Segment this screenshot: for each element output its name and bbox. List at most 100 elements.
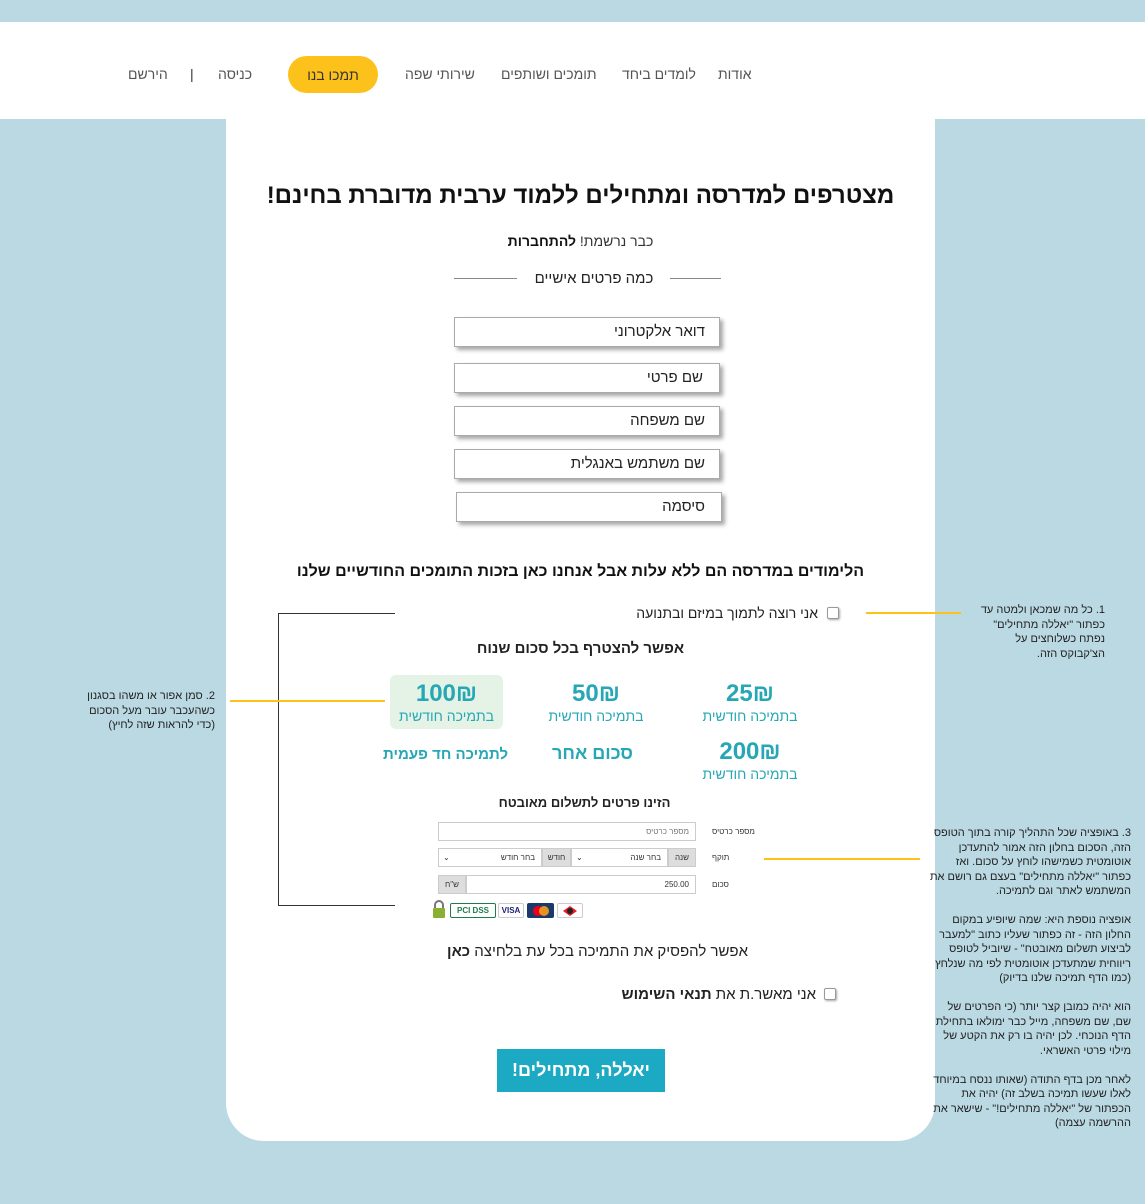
annotation-note-3: 3. באופציה שכל התהליך קורה בתוך הטופס הז… bbox=[911, 826, 1131, 1131]
year-select[interactable]: ⌄ בחר שנה bbox=[571, 848, 668, 867]
annotation-note-1: 1. כל מה שמכאן ולמטה עד כפתור "יאללה מתח… bbox=[960, 603, 1105, 661]
support-heading: הלימודים במדרסה הם ללא עלות אבל אנחנו כא… bbox=[296, 563, 865, 580]
secure-payment-heading: הזינו פרטים לתשלום מאובטח bbox=[498, 795, 671, 810]
note3-line: לביצוע תשלום מאובטח" - שיוביל לטופס bbox=[949, 943, 1131, 955]
note2-line: כשהעכבר עובר מעל הסכום bbox=[89, 704, 215, 717]
note1-line: 1. כל מה שמכאן ולמטה עד bbox=[980, 604, 1105, 616]
note1-pointer bbox=[866, 612, 961, 614]
bracket-top bbox=[278, 613, 395, 614]
amount-50-option[interactable]: 50₪ בתמיכה חודשית bbox=[545, 680, 647, 724]
amount-25-option[interactable]: 25₪ בתמיכה חודשית bbox=[700, 680, 800, 724]
amount-50-monthly: בתמיכה חודשית bbox=[548, 708, 644, 724]
password-field[interactable]: סיסמה bbox=[456, 492, 722, 522]
annotation-note-2: 2. סמן אפור או משהו בסגנון כשהעכבר עובר … bbox=[66, 689, 215, 733]
amount-100-option[interactable]: 100₪ בתמיכה חודשית bbox=[390, 675, 503, 729]
login-link[interactable]: להתחברות bbox=[508, 233, 576, 249]
note2-line: (כדי להראות שזה לחיץ) bbox=[108, 719, 215, 731]
note3-line: מילוי פרטי האשראי. bbox=[1039, 1044, 1131, 1057]
currency-label: ש"ח bbox=[438, 875, 466, 894]
page-title: מצטרפים למדרסה ומתחילים ללמוד ערבית מדוב… bbox=[266, 182, 895, 209]
lets-start-button[interactable]: יאללה, מתחילים! bbox=[497, 1049, 665, 1092]
amount-200-option[interactable]: 200₪ בתמיכה חודשית bbox=[700, 738, 800, 782]
email-field[interactable]: דואר אלקטרוני bbox=[454, 317, 720, 347]
already-registered-text: כבר נרשמת! bbox=[579, 233, 654, 249]
note3-line: הזה, הסכום בחלון הזה אמור להתעדכן bbox=[958, 841, 1131, 854]
note3-line: הוא יהיה כמובן קצר יותר (כי הפרטים של bbox=[947, 1001, 1131, 1013]
amount-100-value: 100₪ bbox=[415, 680, 478, 707]
note3-line: המשתמש לאתר וגם לתמיכה. bbox=[995, 885, 1131, 897]
terms-checkbox[interactable] bbox=[824, 988, 836, 1000]
card-number-label: מספר כרטיס bbox=[712, 827, 755, 836]
note3-line: לאלו שעשו תמיכה בשלב זה) יהיה את bbox=[961, 1088, 1131, 1100]
support-checkbox[interactable] bbox=[827, 607, 839, 619]
card-number-input[interactable]: מספר כרטיס bbox=[438, 822, 696, 841]
nav-separator: | bbox=[190, 66, 194, 82]
note2-pointer bbox=[230, 700, 385, 702]
note1-line: הצ'קבוקס הזה. bbox=[1036, 647, 1105, 660]
month-label-box: חודש bbox=[542, 848, 571, 867]
amount-200-value: 200₪ bbox=[719, 738, 781, 765]
note3-line: לאחר מכן בדף התודה (שאותו ננסח במיוחד bbox=[933, 1073, 1131, 1086]
chevron-down-icon: ⌄ bbox=[576, 853, 583, 862]
mastercard-logo bbox=[527, 903, 554, 918]
support-us-button[interactable]: תמכו בנו bbox=[288, 56, 378, 93]
pci-dss-logo: PCI DSS bbox=[450, 903, 496, 918]
note1-line: נפתח כשלוחצים על bbox=[1015, 633, 1105, 645]
any-amount-heading: אפשר להצטרף בכל סכום שנוח bbox=[476, 640, 685, 657]
terms-text: אני מאשר.ת את bbox=[715, 986, 816, 1003]
note2-line: 2. סמן אפור או משהו בסגנון bbox=[87, 690, 215, 702]
bracket-bottom bbox=[278, 905, 395, 906]
note3-line: כפתור "יאללה מתחילים" בעצם גם רושם את bbox=[929, 870, 1131, 883]
nav-register[interactable]: הירשם bbox=[128, 66, 168, 82]
terms-link[interactable]: תנאי השימוש bbox=[622, 986, 712, 1003]
nav-login[interactable]: כניסה bbox=[218, 66, 252, 82]
month-select[interactable]: ⌄ בחר חודש bbox=[438, 848, 542, 867]
nav-language-services[interactable]: שירותי שפה bbox=[405, 66, 475, 82]
month-select-text: בחר חודש bbox=[500, 853, 535, 862]
note3-line: (כמו הדף תמיכה שלנו בדיוק) bbox=[999, 972, 1131, 984]
note3-line bbox=[911, 899, 1131, 914]
last-name-field[interactable]: שם משפחה bbox=[454, 406, 720, 436]
note3-line bbox=[911, 1058, 1131, 1073]
personal-details-heading: כמה פרטים אישיים bbox=[534, 270, 654, 287]
cancel-support-text: אפשר להפסיק את התמיכה בכל עת בלחיצה כאן bbox=[226, 943, 748, 960]
other-amount-option[interactable]: סכום אחר bbox=[552, 743, 633, 764]
note3-line: ריווחית שמתעדכן אוטומטית לפי מה שנלחץ bbox=[935, 957, 1131, 970]
cancel-support-link[interactable]: כאן bbox=[447, 943, 470, 960]
note1-line: כפתור "יאללה מתחילים" bbox=[993, 618, 1105, 631]
note3-line: ההרשמה עצמה) bbox=[1054, 1117, 1131, 1129]
year-select-text: בחר שנה bbox=[630, 853, 661, 862]
lock-icon bbox=[432, 900, 446, 919]
amount-input[interactable]: 250.00 bbox=[466, 875, 696, 894]
amount-200-monthly: בתמיכה חודשית bbox=[702, 766, 798, 782]
nav-about[interactable]: אודות bbox=[718, 66, 752, 82]
amount-100-monthly: בתמיכה חודשית bbox=[399, 708, 494, 724]
chevron-down-icon: ⌄ bbox=[443, 853, 450, 862]
nav-supporters[interactable]: תומכים ושותפים bbox=[501, 66, 597, 82]
terms-label: אני מאשר.ת את תנאי השימוש bbox=[620, 986, 816, 1003]
note3-line bbox=[911, 986, 1131, 1001]
one-time-support-option[interactable]: לתמיכה חד פעמית bbox=[383, 746, 508, 763]
note3-pointer bbox=[764, 858, 920, 860]
amount-label: סכום bbox=[712, 880, 729, 889]
divider-right bbox=[670, 278, 721, 279]
note3-line: שם, שם משפחה, מייל כבר ימולאו בתחילת bbox=[935, 1015, 1131, 1028]
bracket-side bbox=[278, 613, 279, 906]
support-checkbox-label: אני רוצה לתמוך במיזם ובתנועה bbox=[636, 605, 818, 621]
amount-25-monthly: בתמיכה חודשית bbox=[702, 708, 798, 724]
note3-line: אוטומטית כשמישהו לוחץ על סכום. ואז bbox=[955, 856, 1131, 868]
note3-line: החלון הזה - זה כפתור שעליו כתוב "למעבר bbox=[939, 928, 1131, 941]
english-username-field[interactable]: שם משתמש באנגלית bbox=[454, 449, 720, 479]
already-registered: כבר נרשמת! להתחברות bbox=[226, 233, 935, 249]
divider-left bbox=[454, 278, 517, 279]
note3-line: 3. באופציה שכל התהליך קורה בתוך הטופס bbox=[933, 827, 1131, 839]
expiry-label: תוקף bbox=[712, 853, 730, 862]
diners-logo bbox=[557, 903, 583, 918]
note3-line: אופציה נוספת היא: שמה שיופיע במקום bbox=[952, 914, 1131, 926]
first-name-field[interactable]: שם פרטי bbox=[454, 363, 720, 393]
cancel-support-sentence: אפשר להפסיק את התמיכה בכל עת בלחיצה bbox=[474, 943, 748, 960]
note3-line: הדף הנוכחי. לכן יהיה בו רק את הקטע של bbox=[943, 1030, 1131, 1042]
nav-learn-together[interactable]: לומדים ביחד bbox=[622, 66, 696, 82]
note3-line: הכפתור של "יאללה מתחילים!" - שישאר את bbox=[933, 1102, 1131, 1115]
visa-logo: VISA bbox=[498, 903, 524, 918]
